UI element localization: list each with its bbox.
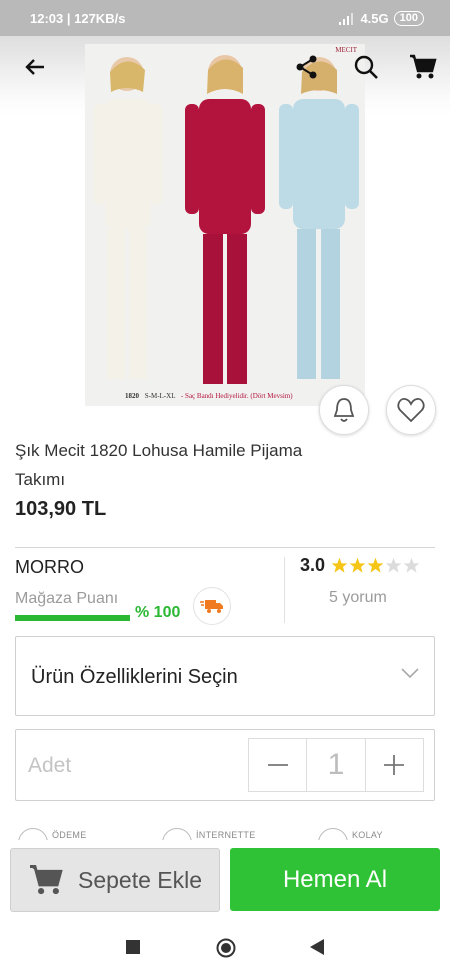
purchase-actions-bar: Sepete Ekle Hemen Al [0, 840, 450, 920]
peek-label-1: ÖDEME [52, 830, 87, 840]
vertical-divider [284, 557, 285, 623]
image-caption-sizes: S-M-L-XL [144, 392, 176, 400]
image-caption-code: 1820 [125, 392, 139, 400]
favorite-button[interactable] [386, 385, 436, 435]
system-navigation-bar [0, 920, 450, 975]
product-price: 103,90 TL [15, 498, 107, 520]
truck-icon [200, 600, 223, 613]
search-button[interactable] [349, 50, 383, 84]
product-options-select[interactable]: Ürün Özelliklerini Seçin [15, 636, 435, 716]
options-select-label: Ürün Özelliklerini Seçin [31, 666, 238, 688]
bell-icon [333, 398, 355, 422]
add-to-cart-label: Sepete Ekle [77, 866, 203, 893]
back-arrow-icon [25, 59, 44, 75]
quantity-value[interactable]: 1 [306, 739, 364, 791]
star-filled-icon [367, 557, 384, 573]
minus-icon [267, 764, 288, 766]
nav-square-icon[interactable] [126, 940, 140, 954]
share-icon [296, 55, 317, 79]
network-type: 4.5G [360, 11, 389, 26]
increment-button[interactable] [364, 739, 423, 791]
nav-back-triangle-icon[interactable] [310, 939, 324, 955]
signal-icon [339, 12, 354, 25]
store-score-value: % 100 [135, 604, 181, 621]
heart-icon [397, 398, 425, 423]
search-icon [354, 55, 378, 79]
cart-icon [29, 864, 63, 895]
rating-stars [331, 557, 420, 574]
review-count-link[interactable]: 5 yorum [329, 589, 387, 607]
store-name[interactable]: MORRO [15, 557, 84, 578]
battery-indicator: 100 [393, 11, 424, 26]
fast-shipping-badge[interactable] [193, 587, 231, 625]
product-title: Şık Mecit 1820 Lohusa Hamile Pijama Takı… [15, 436, 345, 494]
quantity-label: Adet [28, 754, 72, 777]
peek-label-3: KOLAY [352, 830, 383, 840]
store-score-bar [15, 615, 130, 621]
buy-now-label: Hemen Al [282, 865, 388, 893]
product-title-line2: Takımı [15, 470, 66, 489]
back-button[interactable] [18, 50, 52, 84]
quantity-field: Adet 1 [15, 729, 435, 801]
image-caption-note: - Saç Bandı Hediyelidir. (Dört Mevsim) [180, 392, 293, 400]
nav-circle-icon[interactable] [216, 938, 236, 958]
status-right: 4.5G 100 [339, 11, 424, 26]
add-to-cart-button[interactable]: Sepete Ekle [10, 848, 220, 912]
share-button[interactable] [290, 50, 324, 84]
buy-now-button[interactable]: Hemen Al [230, 848, 440, 911]
top-toolbar [0, 36, 450, 100]
store-score-label: Mağaza Puanı [15, 590, 119, 607]
status-time: 12:03 | 127KB/s [30, 11, 126, 26]
star-filled-icon [331, 557, 348, 573]
decrement-button[interactable] [249, 739, 306, 791]
star-empty-icon [385, 557, 402, 573]
status-bar: 12:03 | 127KB/s 4.5G 100 [0, 0, 450, 36]
price-alert-button[interactable] [319, 385, 369, 435]
star-empty-icon [403, 557, 420, 573]
chevron-down-icon [401, 668, 419, 679]
image-caption: 1820 S-M-L-XL - Saç Bandı Hediyelidir. (… [125, 392, 293, 400]
rating-summary[interactable]: 3.0 [300, 555, 420, 576]
rating-score: 3.0 [300, 555, 326, 575]
cart-button[interactable] [406, 50, 440, 84]
peek-label-2: İNTERNETTE [196, 830, 256, 840]
plus-icon [384, 755, 405, 775]
store-score-bar-fill [15, 615, 130, 621]
quantity-stepper: 1 [248, 738, 424, 792]
product-title-line1: Şık Mecit 1820 Lohusa Hamile Pijama [15, 441, 303, 460]
cart-icon [410, 54, 437, 79]
star-filled-icon [349, 557, 366, 573]
section-divider [15, 547, 435, 548]
